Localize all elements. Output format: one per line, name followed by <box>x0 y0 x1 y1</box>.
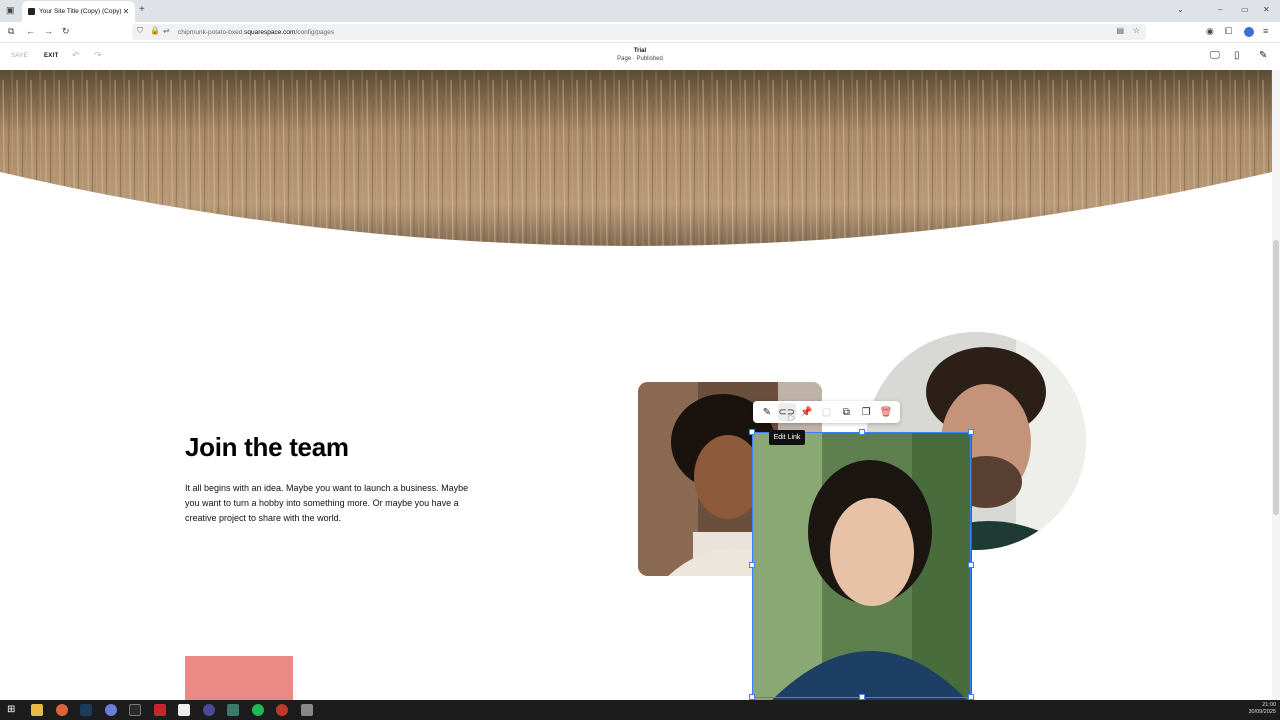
desktop-view-icon[interactable]: 🖵 <box>1210 50 1220 61</box>
restore-icon[interactable]: ▭ <box>1241 5 1249 14</box>
app-icon-4[interactable] <box>105 704 117 716</box>
extension-icon[interactable]: ◉ <box>1206 26 1214 37</box>
trash-icon[interactable]: 🗑 <box>877 403 895 421</box>
reader-view-icon[interactable]: ▤ <box>1116 26 1124 35</box>
steam-icon[interactable] <box>80 704 92 716</box>
app-icon-6[interactable] <box>154 704 166 716</box>
profile-avatar[interactable] <box>1244 27 1254 37</box>
hero-grass-image[interactable] <box>0 70 1272 250</box>
browser-tab-active[interactable]: Your Site Title (Copy) (Copy) ✕ <box>22 1 135 22</box>
resize-handle-top[interactable] <box>859 429 865 435</box>
clock-date: 30/09/2025 <box>1248 709 1276 715</box>
browser-tab-bar <box>0 0 1280 22</box>
os-taskbar <box>0 700 1280 720</box>
back-icon[interactable]: ← <box>26 26 35 36</box>
url-text: chipmunk-potato-bxed.squarespace.com/con… <box>178 28 335 36</box>
spotify-icon[interactable] <box>252 704 264 716</box>
edit-link-tooltip: Edit Link <box>769 430 805 445</box>
reload-icon[interactable]: ↻ <box>62 26 70 37</box>
mouse-cursor-icon: ➤ <box>787 413 796 424</box>
app-icon-8[interactable] <box>203 704 215 716</box>
section-body-text[interactable]: It all begins with an idea. Maybe you wa… <box>185 481 485 526</box>
mobile-view-icon[interactable]: ▯ <box>1234 50 1240 61</box>
forward-icon[interactable]: → <box>44 26 53 36</box>
extensions-puzzle-icon[interactable]: ⧠ <box>1225 26 1232 37</box>
resize-handle-top-left[interactable] <box>749 429 755 435</box>
scrollbar-thumb[interactable] <box>1273 240 1279 515</box>
taskbar-clock[interactable]: 21:00 30/09/2025 <box>1236 702 1276 716</box>
resize-handle-right[interactable] <box>968 562 974 568</box>
window-close-icon[interactable]: ✕ <box>1263 5 1270 14</box>
tab-title: Your Site Title (Copy) (Copy) <box>39 8 121 15</box>
app-icon-7[interactable] <box>178 704 190 716</box>
page-status: Page · Published <box>617 56 663 62</box>
address-bar[interactable]: ⛉ 🔒 ⇌ chipmunk-potato-bxed.squarespace.c… <box>132 24 1146 40</box>
image-block-toolbar: ✎ ⊂⊃ 📌 ▢ ⧉ ❐ 🗑 <box>753 401 900 423</box>
duplicate-icon[interactable]: ⧉ <box>837 403 855 421</box>
site-settings-icon[interactable]: ⇌ <box>163 26 170 35</box>
sidebar-toggle-icon[interactable]: ⧉ <box>8 26 14 37</box>
tab-close-icon[interactable]: ✕ <box>121 7 131 16</box>
resize-handle-left[interactable] <box>749 562 755 568</box>
site-styles-brush-icon[interactable]: ✎ <box>1259 50 1267 61</box>
app-icon-9[interactable] <box>227 704 239 716</box>
save-button[interactable]: SAVE <box>11 53 28 59</box>
windows-start-icon[interactable]: ⊞ <box>7 704 15 715</box>
tab-menu-icon[interactable]: ▣ <box>6 5 15 16</box>
section-heading[interactable]: Join the team <box>185 432 349 463</box>
bookmark-star-icon[interactable]: ☆ <box>1133 26 1140 35</box>
pin-icon[interactable]: 📌 <box>798 403 816 421</box>
clock-time: 21:00 <box>1262 702 1276 708</box>
exit-button[interactable]: EXIT <box>44 53 59 59</box>
button-block[interactable] <box>185 656 293 700</box>
shield-icon: ⛉ <box>137 26 143 35</box>
minimize-icon[interactable]: – <box>1218 5 1222 14</box>
undo-icon[interactable]: ↶ <box>72 50 80 61</box>
copy-icon[interactable]: ❐ <box>857 403 875 421</box>
tab-list-chevron-icon[interactable]: ⌄ <box>1177 5 1184 14</box>
app-icon-12[interactable] <box>301 704 313 716</box>
edit-pencil-icon[interactable]: ✎ <box>758 403 776 421</box>
image-selection-frame <box>752 432 971 698</box>
redo-icon[interactable]: ↷ <box>94 50 102 61</box>
new-tab-icon[interactable]: + <box>139 4 145 15</box>
crop-icon[interactable]: ▢ <box>817 403 835 421</box>
app-icon-5[interactable] <box>129 704 141 716</box>
file-explorer-icon[interactable] <box>31 704 43 716</box>
app-icon-11[interactable] <box>276 704 288 716</box>
lock-icon: 🔒 <box>150 26 160 35</box>
firefox-icon[interactable] <box>56 704 68 716</box>
squarespace-favicon-icon <box>28 8 35 15</box>
browser-menu-icon[interactable]: ≡ <box>1263 26 1268 36</box>
resize-handle-top-right[interactable] <box>968 429 974 435</box>
page-title: Trial <box>633 48 647 54</box>
